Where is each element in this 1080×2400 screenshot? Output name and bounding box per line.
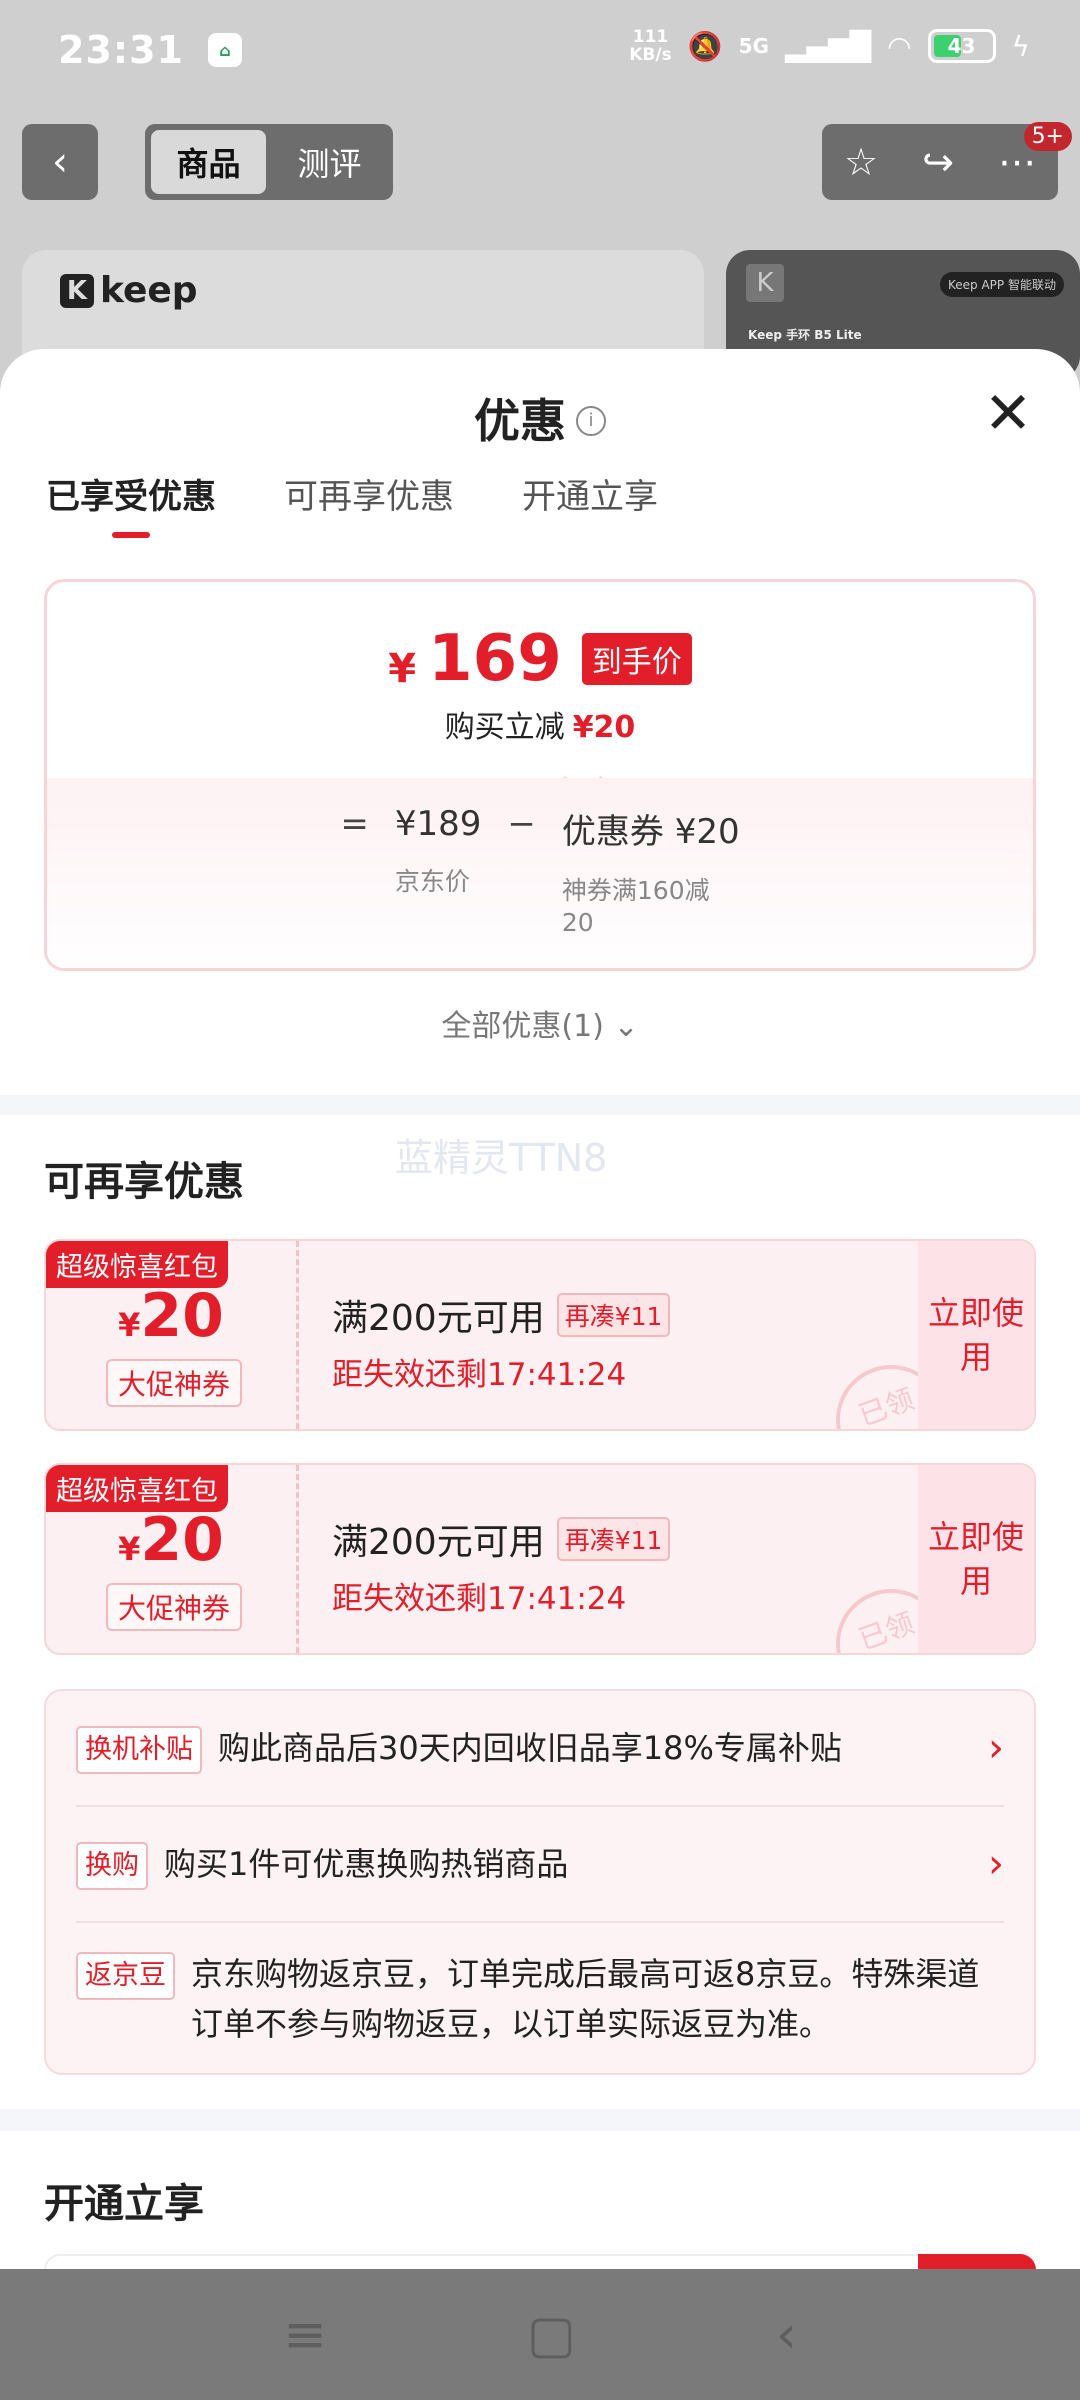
perk-text: 京东购物返京豆，订单完成后最高可返8京豆。特殊渠道订单不参与购物返豆，以订单实际… bbox=[191, 1955, 980, 2043]
tab-more[interactable]: 可再享优惠 bbox=[284, 469, 454, 532]
divider bbox=[0, 2109, 1080, 2131]
tab-open[interactable]: 开通立享 bbox=[522, 469, 658, 532]
perk-trade-in[interactable]: 换机补贴 购此商品后30天内回收旧品享18%专属补贴 › bbox=[76, 1723, 1004, 1774]
mute-icon: 🔕 bbox=[687, 29, 723, 63]
close-icon[interactable]: ✕ bbox=[980, 384, 1036, 443]
tab-review[interactable]: 测评 bbox=[272, 130, 387, 194]
perk-text: 购此商品后30天内回收旧品享18%专属补贴 bbox=[218, 1729, 842, 1767]
perks-panel: 换机补贴 购此商品后30天内回收旧品享18%专属补贴 › 换购 购买1件可优惠换… bbox=[44, 1689, 1036, 2075]
original-price: ¥189 bbox=[394, 804, 482, 844]
coupon-card: 超级惊喜红包 ¥20 大促神券 满200元可用 再凑¥11 距失效还剩17:41:… bbox=[44, 1463, 1036, 1655]
watermark: 蓝精灵TTN8 bbox=[395, 1136, 608, 1180]
menu-icon[interactable]: ≡ bbox=[283, 2305, 327, 2365]
perk-exchange[interactable]: 换购 购买1件可优惠换购热销商品 › bbox=[76, 1839, 1004, 1890]
tab-product[interactable]: 商品 bbox=[151, 130, 266, 194]
signal-icon: ▂▄▆█ bbox=[784, 29, 872, 63]
section-title-more: 可再享优惠 bbox=[44, 1159, 244, 1205]
coupon-type: 大促神券 bbox=[106, 1359, 243, 1407]
perk-divider bbox=[76, 1921, 1004, 1923]
tab-enjoyed[interactable]: 已享受优惠 bbox=[46, 469, 216, 532]
perk-text: 购买1件可优惠换购热销商品 bbox=[164, 1845, 569, 1883]
use-now-button[interactable]: 立即使用 bbox=[918, 1465, 1034, 1653]
star-icon[interactable]: ☆ bbox=[844, 140, 878, 184]
sheet-title: 优惠 i bbox=[0, 385, 1080, 451]
chevron-right-icon: › bbox=[988, 1841, 1004, 1887]
perk-tag: 换机补贴 bbox=[76, 1726, 202, 1774]
message-badge: 5+ bbox=[1023, 122, 1072, 151]
reduce-line: 购买立减 ¥20 bbox=[444, 710, 636, 745]
home-icon[interactable]: ▢ bbox=[527, 2305, 576, 2365]
net-speed: 111 KB/s bbox=[629, 27, 672, 65]
coupon-card: 超级惊喜红包 ¥20 大促神券 满200元可用 再凑¥11 距失效还剩17:41:… bbox=[44, 1239, 1036, 1431]
product-nav: ‹ 商品 测评 ☆ ↪ ⋯ 5+ bbox=[22, 122, 1072, 200]
coupon-desc: 神券满160减20 bbox=[561, 876, 710, 937]
brand-logo: Kkeep bbox=[60, 270, 198, 311]
perk-tag: 换购 bbox=[76, 1842, 148, 1890]
coupon-type: 大促神券 bbox=[106, 1583, 243, 1631]
battery-icon: 43 bbox=[927, 29, 996, 63]
wifi-icon: ◠ bbox=[887, 29, 912, 63]
coupon-gap-tag: 再凑¥11 bbox=[556, 1293, 671, 1337]
equals-sign: = bbox=[340, 804, 369, 844]
perk-divider bbox=[76, 1805, 1004, 1807]
final-price-tag: 到手价 bbox=[581, 633, 692, 685]
original-price-label: 京东价 bbox=[394, 867, 470, 896]
use-now-button[interactable]: 立即使用 bbox=[918, 1241, 1034, 1429]
background-page: 23:31 ⌂ 111 KB/s 🔕 5G ▂▄▆█ ◠ 43 ϟ ‹ 商品 测… bbox=[0, 0, 1080, 400]
coupon-value: ¥20 bbox=[118, 1281, 224, 1351]
divider bbox=[0, 1095, 1080, 1115]
coupon-condition: 满200元可用 bbox=[332, 1522, 545, 1563]
product-thumb-title: Keep 手环 B5 Lite bbox=[748, 328, 862, 342]
coupon-expire: 距失效还剩17:41:24 bbox=[332, 1357, 627, 1393]
status-bar: 23:31 ⌂ 111 KB/s 🔕 5G ▂▄▆█ ◠ 43 ϟ bbox=[0, 0, 1080, 100]
coupon-expire: 距失效还剩17:41:24 bbox=[332, 1581, 627, 1617]
back-button[interactable]: ‹ bbox=[22, 124, 98, 200]
chevron-down-icon: ⌄ bbox=[613, 1009, 639, 1044]
all-discounts-toggle[interactable]: 全部优惠(1) ⌄ bbox=[0, 1001, 1080, 1045]
coupon-perforation bbox=[296, 1241, 299, 1429]
brand-k-icon: K bbox=[746, 264, 784, 302]
chevron-right-icon: › bbox=[988, 1725, 1004, 1771]
coupon-gap-tag: 再凑¥11 bbox=[556, 1517, 671, 1561]
coupon-value: ¥20 bbox=[118, 1505, 224, 1575]
discount-sheet: 优惠 i ✕ 已享受优惠 可再享优惠 开通立享 ¥169 到手价 购买立减 ¥20 … bbox=[0, 349, 1080, 2269]
coupon-perforation bbox=[296, 1465, 299, 1653]
share-icon[interactable]: ↪ bbox=[922, 140, 954, 184]
price-breakdown: ¥169 到手价 购买立减 ¥20 = ¥189 京东价 − 优惠券 ¥20 神券… bbox=[44, 579, 1036, 971]
section-title-open: 开通立享 bbox=[44, 2181, 204, 2227]
chevron-left-icon: ‹ bbox=[52, 139, 68, 185]
segment-tabs: 商品 测评 bbox=[145, 124, 393, 200]
app-notification-icon: ⌂ bbox=[207, 33, 242, 67]
membership-card-peek bbox=[44, 2254, 1036, 2269]
coupon-amount: 优惠券 ¥20 bbox=[561, 812, 740, 852]
final-price: ¥169 到手价 bbox=[47, 622, 1033, 696]
status-icons: 111 KB/s 🔕 5G ▂▄▆█ ◠ 43 ϟ bbox=[629, 28, 1030, 64]
minus-sign: − bbox=[507, 804, 536, 844]
network-type: 5G bbox=[738, 34, 769, 58]
back-icon[interactable]: ‹ bbox=[776, 2305, 797, 2365]
coupon-condition: 满200元可用 bbox=[332, 1298, 545, 1339]
perk-jingdou: 返京豆 京东购物返京豆，订单完成后最高可返8京豆。特殊渠道订单不参与购物返豆，以… bbox=[76, 1949, 1004, 2049]
system-nav-bar: ≡ ▢ ‹ bbox=[0, 2269, 1080, 2400]
info-icon[interactable]: i bbox=[576, 405, 606, 436]
charging-icon: ϟ bbox=[1011, 29, 1030, 63]
discount-tabs: 已享受优惠 可再享优惠 开通立享 bbox=[46, 469, 658, 532]
price-formula: = ¥189 京东价 − 优惠券 ¥20 神券满160减20 bbox=[47, 804, 1033, 939]
action-group: ☆ ↪ ⋯ 5+ bbox=[822, 122, 1072, 200]
status-time: 23:31 bbox=[58, 28, 184, 72]
perk-tag: 返京豆 bbox=[76, 1952, 175, 2000]
app-link-tag: Keep APP 智能联动 bbox=[940, 272, 1064, 297]
